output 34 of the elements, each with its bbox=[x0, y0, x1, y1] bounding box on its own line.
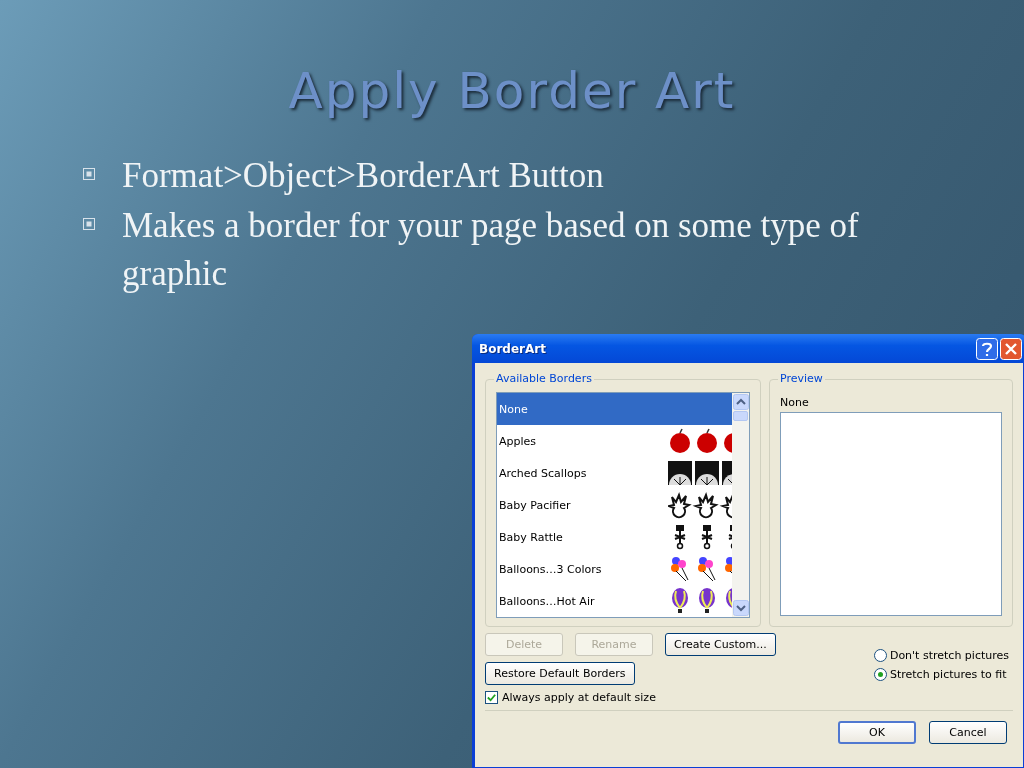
radio-label: Don't stretch pictures bbox=[889, 649, 1009, 662]
scrollbar[interactable] bbox=[732, 393, 749, 617]
border-pattern-drawing bbox=[668, 427, 732, 455]
scroll-thumb[interactable] bbox=[733, 411, 748, 421]
borders-list[interactable]: None Apples Arched Scallops Baby Pacifier Baby Rattle Balloons…3 Colors Balloons…Hot Air bbox=[496, 392, 750, 618]
radio-button[interactable] bbox=[873, 649, 887, 662]
ok-button[interactable]: OK bbox=[838, 721, 916, 744]
bullet-text: Format>Object>BorderArt Button bbox=[122, 155, 604, 197]
radio-label: Stretch pictures to fit bbox=[889, 668, 1007, 681]
preview-caption: None bbox=[780, 396, 810, 409]
dialog-button[interactable]: Create Custom... bbox=[665, 633, 776, 656]
border-pattern-drawing bbox=[668, 491, 732, 519]
checkbox[interactable] bbox=[485, 691, 498, 704]
close-icon[interactable] bbox=[1000, 337, 1022, 360]
bullet-text: Makes a border for your page based on some type of graphic bbox=[122, 205, 860, 295]
bullet-icon bbox=[83, 218, 95, 230]
scroll-up-icon[interactable] bbox=[732, 394, 749, 410]
group-label: Available Borders bbox=[494, 372, 594, 385]
bullet-icon bbox=[83, 168, 95, 180]
scroll-down-icon[interactable] bbox=[732, 600, 749, 616]
checkbox-label: Always apply at default size bbox=[502, 691, 656, 704]
restore-default-borders-button[interactable]: Restore Default Borders bbox=[485, 662, 635, 685]
border-pattern-drawing bbox=[668, 555, 732, 583]
group-label: Preview bbox=[778, 372, 825, 385]
help-icon[interactable] bbox=[976, 337, 998, 360]
list-item[interactable]: None bbox=[497, 393, 732, 425]
window-title: BorderArt bbox=[478, 341, 546, 356]
list-item[interactable]: Baby Pacifier bbox=[497, 489, 732, 521]
cancel-button[interactable]: Cancel bbox=[929, 721, 1007, 744]
list-item[interactable]: Apples bbox=[497, 425, 732, 457]
list-item[interactable]: Balloons…3 Colors bbox=[497, 553, 732, 585]
radio-button[interactable] bbox=[873, 668, 887, 681]
list-item[interactable]: Baby Rattle bbox=[497, 521, 732, 553]
slide-title: Apply Border Art bbox=[287, 62, 737, 120]
